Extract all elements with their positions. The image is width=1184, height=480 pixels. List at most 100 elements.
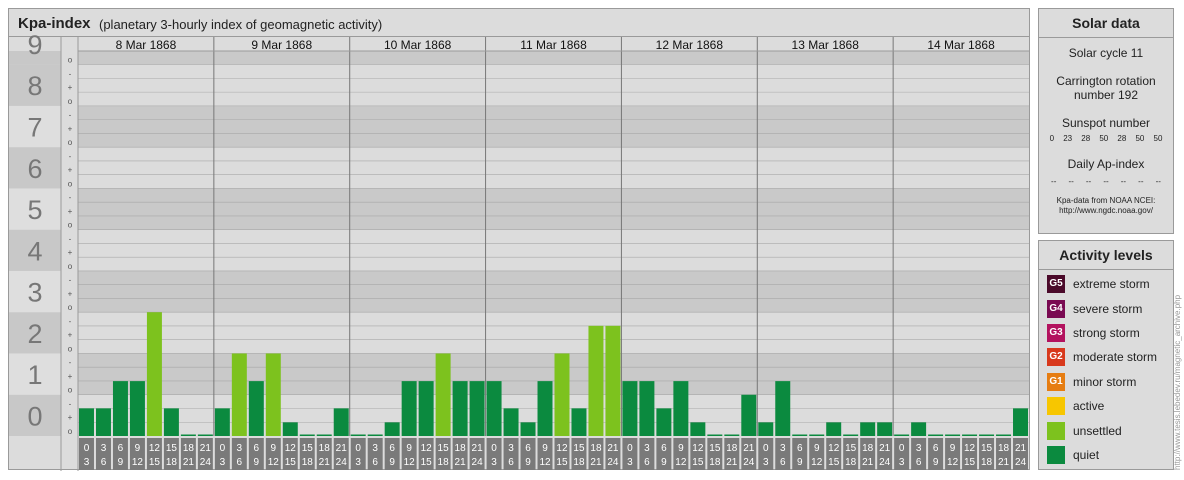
sunspot-value: 0 — [1049, 134, 1055, 143]
hour-start-label: 21 — [336, 443, 348, 454]
kp-bar — [622, 381, 638, 436]
hour-start-label: 12 — [285, 443, 297, 454]
y-sub-tick: - — [69, 111, 72, 120]
y-tick-label: 3 — [27, 278, 42, 308]
hour-start-label: 6 — [933, 443, 939, 454]
hour-start-label: 15 — [709, 443, 721, 454]
kp-bar — [112, 381, 128, 436]
hour-end-label: 18 — [438, 457, 450, 468]
kp-bar — [299, 434, 315, 436]
y-tick-label: 1 — [27, 360, 42, 390]
kp-bar — [826, 422, 842, 436]
ap-value: -- — [1120, 177, 1127, 186]
y-sub-tick: o — [68, 97, 73, 106]
hour-end-label: 24 — [472, 457, 484, 468]
hour-start-label: 0 — [355, 443, 361, 454]
hour-start-label: 9 — [406, 443, 412, 454]
activity-level-swatch: G4 — [1047, 299, 1065, 318]
hour-start-label: 18 — [726, 443, 738, 454]
y-sub-tick: + — [68, 207, 73, 216]
carrington-rotation-line2: number 192 — [1073, 88, 1139, 102]
hour-end-label: 21 — [998, 457, 1010, 468]
hour-start-label: 12 — [828, 443, 840, 454]
kp-bar — [503, 408, 519, 436]
hour-start-label: 0 — [899, 443, 905, 454]
day-label: 9 Mar 1868 — [251, 38, 312, 52]
kp-bar — [605, 325, 621, 436]
y-tick-label: 6 — [27, 154, 42, 184]
activity-level-item: G3 strong storm — [1039, 321, 1173, 345]
activity-level-item: quiet — [1039, 443, 1173, 467]
kp-bar — [894, 434, 910, 436]
y-sub-tick: - — [69, 399, 72, 408]
kpa-chart: 0123456789o+-o+-o+-o+-o+-o+-o+-o+-o+-o8 … — [9, 30, 1029, 471]
data-source: Kpa-data from NOAA NCEI: http://www.ngdc… — [1039, 196, 1173, 216]
y-sub-tick: o — [68, 262, 73, 271]
ap-value: -- — [1155, 177, 1161, 186]
hour-start-label: 12 — [964, 443, 976, 454]
hour-start-label: 12 — [556, 443, 568, 454]
hour-end-label: 9 — [254, 457, 260, 468]
y-sub-tick: + — [68, 124, 73, 133]
hour-start-label: 18 — [183, 443, 195, 454]
solar-cycle: Solar cycle 11 — [1068, 46, 1144, 60]
hour-end-label: 6 — [101, 457, 107, 468]
kp-bar — [707, 434, 723, 436]
hour-start-label: 9 — [271, 443, 277, 454]
activity-level-item: G4 severe storm — [1039, 296, 1173, 320]
hour-end-label: 9 — [797, 457, 803, 468]
kp-bar — [843, 434, 859, 436]
kp-bar — [911, 422, 927, 436]
hour-end-label: 12 — [811, 457, 823, 468]
kp-bar — [809, 434, 825, 436]
hour-end-label: 9 — [389, 457, 395, 468]
hour-end-label: 18 — [981, 457, 993, 468]
hour-end-label: 24 — [743, 457, 755, 468]
y-tick-label: 7 — [27, 113, 42, 143]
kp-bar — [333, 408, 349, 436]
hour-end-label: 6 — [644, 457, 650, 468]
hour-start-label: 18 — [590, 443, 602, 454]
ap-index-label: Daily Ap-index — [1067, 157, 1145, 171]
hour-end-label: 15 — [285, 457, 297, 468]
hour-end-label: 3 — [220, 457, 226, 468]
hour-start-label: 15 — [981, 443, 993, 454]
y-sub-tick: + — [68, 248, 73, 257]
kp-bar — [928, 434, 944, 436]
activity-level-swatch: G5 — [1047, 275, 1065, 294]
y-tick-label: 0 — [27, 401, 42, 431]
kp-bar — [741, 394, 757, 436]
y-band — [78, 270, 1029, 313]
kp-bar — [690, 422, 706, 436]
day-label: 12 Mar 1868 — [656, 38, 724, 52]
hour-start-label: 3 — [372, 443, 378, 454]
hour-start-label: 12 — [421, 443, 433, 454]
kp-bar — [180, 434, 196, 436]
hour-end-label: 24 — [607, 457, 619, 468]
hour-end-label: 12 — [539, 457, 551, 468]
y-band — [78, 105, 1029, 148]
sunspot-values: 0 23 28 50 28 50 50 — [1039, 134, 1173, 143]
kp-bar — [979, 434, 995, 436]
y-sub-tick: o — [68, 427, 73, 436]
kp-bar — [945, 434, 961, 436]
y-band — [78, 64, 1029, 106]
kp-bar — [435, 353, 451, 436]
kp-bar — [418, 381, 434, 436]
kp-bar — [95, 408, 111, 436]
kp-bar — [588, 325, 604, 436]
y-sub-tick: - — [69, 317, 72, 326]
hour-end-label: 3 — [491, 457, 497, 468]
kp-bar — [146, 312, 162, 436]
y-band — [78, 51, 1029, 65]
day-label: 14 Mar 1868 — [927, 38, 995, 52]
hour-start-label: 3 — [916, 443, 922, 454]
activity-level-item: unsettled — [1039, 418, 1173, 442]
day-label: 11 Mar 1868 — [520, 38, 587, 52]
solar-data-panel: Solar data Solar cycle 11 Carrington rot… — [1038, 8, 1174, 234]
kp-bar — [197, 434, 213, 436]
hour-start-label: 21 — [472, 443, 484, 454]
kp-bar — [214, 408, 230, 436]
hour-end-label: 15 — [828, 457, 840, 468]
hour-start-label: 6 — [118, 443, 124, 454]
